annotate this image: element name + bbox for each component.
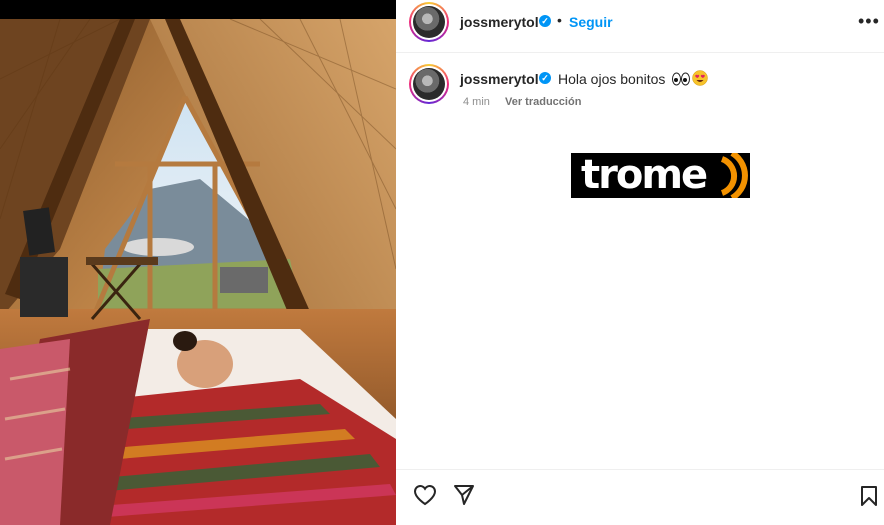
photo-top-bar: [0, 0, 396, 19]
follow-button[interactable]: Seguir: [569, 14, 613, 30]
separator-dot: •: [557, 12, 562, 28]
cabin-photo-image: [0, 19, 396, 525]
trome-wave-icon: [720, 153, 748, 198]
caption-text: Hola ojos bonitos: [558, 71, 666, 87]
heart-eyes-emoji-icon: [692, 70, 708, 86]
trome-logo: trome: [571, 153, 750, 198]
avatar[interactable]: [409, 2, 449, 42]
post-time: 4 min: [463, 96, 490, 108]
post-side-panel: jossmerytol ✓ • Seguir ••• jossmerytol ✓…: [396, 0, 884, 525]
caption-avatar[interactable]: [409, 64, 449, 104]
eyes-emoji-icon: [672, 72, 690, 86]
bookmark-icon[interactable]: [860, 485, 878, 507]
caption-username[interactable]: jossmerytol: [460, 71, 539, 87]
post-actions-bar: [396, 469, 884, 525]
post-photo[interactable]: [0, 0, 396, 525]
paper-plane-icon[interactable]: [453, 484, 475, 506]
verified-badge-icon: ✓: [539, 72, 551, 84]
heart-icon[interactable]: [413, 484, 437, 506]
trome-logo-text: trome: [581, 153, 708, 198]
verified-badge-icon: ✓: [539, 15, 551, 27]
see-translation-link[interactable]: Ver traducción: [505, 96, 581, 108]
post-header: jossmerytol ✓ • Seguir •••: [396, 0, 884, 53]
more-options-icon[interactable]: •••: [858, 11, 880, 32]
header-username[interactable]: jossmerytol: [460, 14, 539, 30]
